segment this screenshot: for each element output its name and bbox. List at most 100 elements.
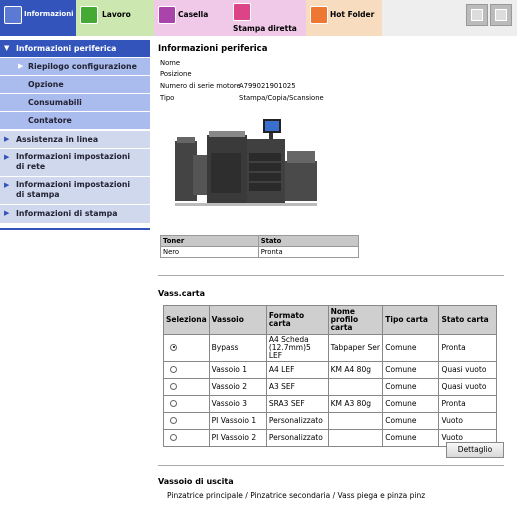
tab-hot-folder[interactable]: Hot Folder [306,0,382,36]
output-tray-value: Pinzatrice principale / Pinzatrice secon… [167,491,426,500]
table-cell: Nero [160,246,259,258]
direct-print-icon [233,3,251,21]
column-header: Seleziona [163,305,210,335]
table-cell: Personalizzato [265,429,329,447]
help-icon[interactable] [490,4,512,26]
table-row: Vassoio 2 A3 SEF Comune Quasi vuoto [163,378,497,396]
table-cell: KM A3 80g [327,395,384,413]
dettaglio-button[interactable]: Dettaglio [446,442,504,458]
chevron-down-icon: ▼ [4,44,10,52]
sidebar-item-opzione[interactable]: Opzione [0,76,150,93]
sidebar-item-assistenza[interactable]: ▶ Assistenza in linea [0,131,150,148]
tab-label: Lavoro [102,10,131,19]
sidebar-item-informazioni-periferica[interactable]: ▼ Informazioni periferica [0,40,150,57]
table-cell: Comune [382,395,440,413]
table-cell: Pronta [438,395,497,413]
column-header: Stato carta [438,305,497,335]
page-title: Informazioni periferica [158,44,268,54]
box-icon [158,6,176,24]
table-cell: Quasi vuoto [438,378,497,396]
sidebar-item-label: Opzione [28,80,64,89]
label-tipo: Tipo [160,94,175,102]
column-header: Nome profilo carta [327,305,384,335]
sidebar-item-label: Informazioni periferica [16,44,117,53]
table-row: Vassoio 3 SRA3 SEF KM A3 80g Comune Pron… [163,395,497,413]
sidebar-item-label: Riepilogo configurazione [28,62,137,71]
refresh-icon[interactable] [466,4,488,26]
sidebar-item-label: Informazioni impostazioni di rete [16,152,131,171]
table-cell: Vassoio 2 [208,378,267,396]
table-cell: A3 SEF [265,378,329,396]
table-cell: Bypass [208,334,267,362]
table-cell: Comune [382,378,440,396]
sidebar-item-consumabili[interactable]: Consumabili [0,94,150,111]
sidebar-item-label: Informazioni di stampa [16,209,118,218]
column-header: Toner [160,235,259,247]
table-cell: Personalizzato [265,412,329,430]
sidebar-item-label: Assistenza in linea [16,135,99,144]
value-tipo: Stampa/Copia/Scansione [239,94,324,102]
sidebar-item-riepilogo[interactable]: ▶ Riepilogo configurazione [0,58,150,75]
table-cell: Pronta [438,334,497,362]
tab-label: Hot Folder [330,10,375,19]
value-numero-serie: A799021901025 [239,82,296,90]
table-cell: Comune [382,429,440,447]
top-tab-bar: Informazioni Lavoro Casella Stampa diret… [0,0,517,36]
table-cell: Vuoto [438,412,497,430]
sidebar-item-informazioni-stampa[interactable]: ▶ Informazioni di stampa [0,205,150,223]
table-row: Vassoio 1 A4 LEF KM A4 80g Comune Quasi … [163,361,497,379]
tray-radio-pi-vassoio-1[interactable] [170,416,177,424]
section-title-vassoio-uscita: Vassoio di uscita [158,477,234,486]
job-icon [80,6,98,24]
table-cell: Comune [382,334,440,362]
table-cell: Tabpaper Ser [327,334,384,362]
column-header: Tipo carta [382,305,440,335]
info-icon [4,6,22,24]
label-numero-serie: Numero di serie motore [160,82,241,90]
table-cell [327,429,384,447]
table-cell [327,378,384,396]
table-cell: PI Vassoio 1 [208,412,267,430]
table-cell: Comune [382,412,440,430]
chevron-right-icon: ▶ [18,62,24,70]
section-title-vass-carta: Vass.carta [158,289,206,298]
sidebar-item-impostazioni-stampa[interactable]: ▶ Informazioni impostazioni di stampa [0,177,150,204]
tab-casella[interactable]: Casella [154,0,230,36]
section-divider [158,275,504,276]
table-cell [327,412,384,430]
sidebar-item-contatore[interactable]: Contatore [0,112,150,129]
table-cell: Pronta [257,246,360,258]
sidebar: ▼ Informazioni periferica ▶ Riepilogo co… [0,38,150,507]
chevron-right-icon: ▶ [4,181,10,189]
sidebar-item-label: Informazioni impostazioni di stampa [16,180,131,199]
tray-radio-bypass[interactable] [170,343,177,351]
table-row: Bypass A4 Scheda (12.7mm)5 LEF Tabpaper … [163,334,497,362]
chevron-right-icon: ▶ [4,135,10,143]
chevron-right-icon: ▶ [4,209,10,217]
column-header: Stato [257,235,360,247]
tray-radio-pi-vassoio-2[interactable] [170,433,177,441]
tray-radio-vassoio-2[interactable] [170,382,177,390]
tab-label: Informazioni [24,10,74,18]
table-row: PI Vassoio 1 Personalizzato Comune Vuoto [163,412,497,430]
toner-table: Toner Stato Nero Pronta [160,235,360,258]
sidebar-item-rete[interactable]: ▶ Informazioni impostazioni di rete [0,149,150,176]
table-cell: KM A4 80g [327,361,384,379]
table-cell: A4 LEF [265,361,329,379]
label-nome: Nome [160,59,181,67]
table-cell: Vassoio 1 [208,361,267,379]
tray-radio-vassoio-3[interactable] [170,399,177,407]
tab-informazioni[interactable]: Informazioni [0,0,76,36]
column-header: Vassoio [208,305,267,335]
tab-stampa-diretta[interactable]: Stampa diretta [230,0,306,36]
tab-lavoro[interactable]: Lavoro [76,0,154,36]
chevron-right-icon: ▶ [4,153,10,161]
table-cell: PI Vassoio 2 [208,429,267,447]
sidebar-item-label: Consumabili [28,98,82,107]
section-divider [158,465,504,466]
sidebar-divider [0,228,150,230]
tray-radio-vassoio-1[interactable] [170,365,177,373]
tab-label: Stampa diretta [233,24,297,33]
table-cell: SRA3 SEF [265,395,329,413]
column-header: Formato carta [265,305,329,335]
